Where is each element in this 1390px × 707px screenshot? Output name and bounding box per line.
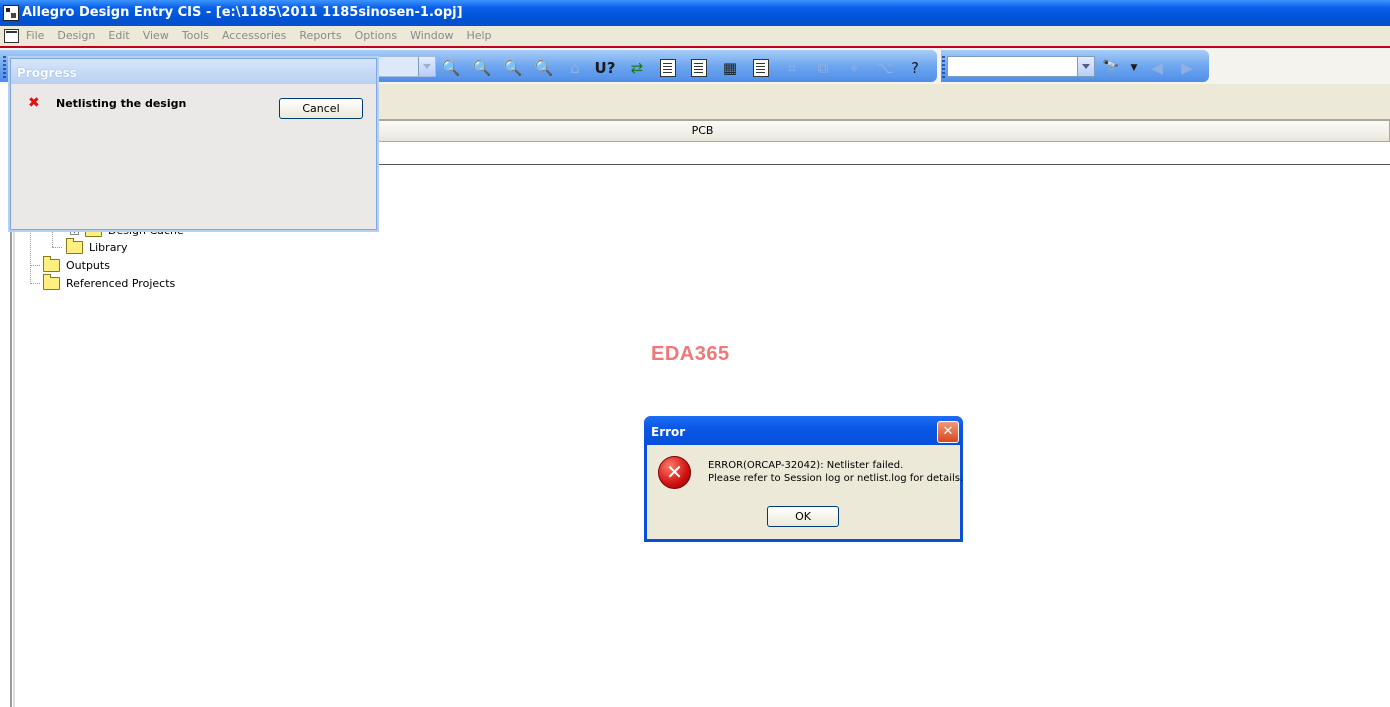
drc-icon[interactable]: ▦ <box>719 57 741 79</box>
error-title: Error <box>651 425 686 439</box>
back-icon[interactable]: ◀ <box>1146 57 1168 79</box>
zoom-out-icon[interactable]: 🔍 <box>471 57 493 79</box>
menu-edit[interactable]: Edit <box>108 29 129 42</box>
binoculars-icon[interactable]: 🔭 <box>1100 57 1122 79</box>
tree-item-label: Referenced Projects <box>66 276 176 290</box>
error-message-line2: Please refer to Session log or netlist.l… <box>708 473 964 484</box>
pin-icon[interactable]: ⌂ <box>564 57 586 79</box>
zoom-area-icon[interactable]: 🔍 <box>502 57 524 79</box>
tree-connector <box>30 265 40 266</box>
bom-icon[interactable] <box>688 57 710 79</box>
tree-connector <box>30 283 40 284</box>
tree-item-label: Library <box>89 240 128 254</box>
window-title: Allegro Design Entry CIS - [e:\1185\2011… <box>22 5 463 20</box>
part-combo[interactable] <box>377 56 436 77</box>
forward-icon[interactable]: ▶ <box>1176 57 1198 79</box>
document-icon[interactable] <box>4 29 19 43</box>
menu-accessories[interactable]: Accessories <box>222 29 286 42</box>
tree-connector <box>52 228 53 247</box>
ok-button[interactable]: OK <box>767 506 839 527</box>
zoom-all-icon[interactable]: 🔍 <box>533 57 555 79</box>
menu-help[interactable]: Help <box>466 29 491 42</box>
progress-title-bar[interactable]: Progress <box>11 59 376 84</box>
help-icon[interactable]: ? <box>904 57 926 79</box>
help-glyph: ? <box>911 58 919 77</box>
zoom-in-icon[interactable]: 🔍 <box>440 57 462 79</box>
tree-connector <box>30 228 31 284</box>
error-body: ✕ ERROR(ORCAP-32042): Netlister failed. … <box>647 445 964 539</box>
toolbar-gripper[interactable] <box>3 56 6 78</box>
toolbar-gripper[interactable] <box>942 56 945 78</box>
tree-item-referenced-projects[interactable]: Referenced Projects <box>43 273 176 291</box>
folder-icon <box>43 273 60 290</box>
menu-window[interactable]: Window <box>410 29 453 42</box>
error-title-bar[interactable]: Error ✕ <box>644 416 963 445</box>
cross-ref-icon[interactable] <box>750 57 772 79</box>
tree-item-outputs[interactable]: Outputs <box>43 255 110 273</box>
menu-bar: File Design Edit View Tools Accessories … <box>0 26 1390 48</box>
crop-icon[interactable]: ⌗ <box>781 57 803 79</box>
menu-file[interactable]: File <box>26 29 44 42</box>
netlist-icon[interactable] <box>657 57 679 79</box>
app-icon[interactable] <box>3 5 19 21</box>
tree-connector <box>52 247 62 248</box>
error-message-line1: ERROR(ORCAP-32042): Netlister failed. <box>708 460 904 471</box>
chevron-down-icon[interactable] <box>1077 57 1094 76</box>
menu-options[interactable]: Options <box>355 29 397 42</box>
progress-message: Netlisting the design <box>56 97 187 110</box>
tree-icon[interactable]: ⌥ <box>874 57 896 79</box>
title-bar: Allegro Design Entry CIS - [e:\1185\2011… <box>0 0 1390 26</box>
folder-icon <box>66 237 83 254</box>
tree-item-library[interactable]: Library <box>66 237 128 255</box>
error-icon: ✕ <box>658 456 691 489</box>
dropdown-arrow-icon[interactable]: ▼ <box>1123 57 1145 79</box>
chevron-down-icon[interactable] <box>418 57 435 76</box>
progress-dialog: Progress ✖ Netlisting the design Cancel <box>10 58 377 230</box>
menu-view[interactable]: View <box>143 29 169 42</box>
update-part-icon[interactable]: U? <box>594 57 616 79</box>
toolbar-band-search: 🔭 ▼ ◀ ▶ <box>941 50 1209 82</box>
error-dialog: Error ✕ ✕ ERROR(ORCAP-32042): Netlister … <box>644 416 963 542</box>
search-combo[interactable] <box>947 56 1095 77</box>
tree-item-label: Outputs <box>66 258 110 272</box>
copy-icon[interactable]: ⧉ <box>812 57 834 79</box>
annotate-icon[interactable]: ⇄ <box>626 57 648 79</box>
menu-tools[interactable]: Tools <box>182 29 209 42</box>
tag-icon[interactable]: ⌖ <box>843 57 865 79</box>
folder-icon <box>43 255 60 272</box>
menu-reports[interactable]: Reports <box>299 29 341 42</box>
cancel-button[interactable]: Cancel <box>279 98 363 119</box>
menu-design[interactable]: Design <box>57 29 95 42</box>
close-icon[interactable]: ✕ <box>937 421 959 443</box>
progress-title: Progress <box>17 66 77 80</box>
error-x-icon: ✖ <box>28 95 40 111</box>
watermark: EDA365 <box>651 343 730 365</box>
